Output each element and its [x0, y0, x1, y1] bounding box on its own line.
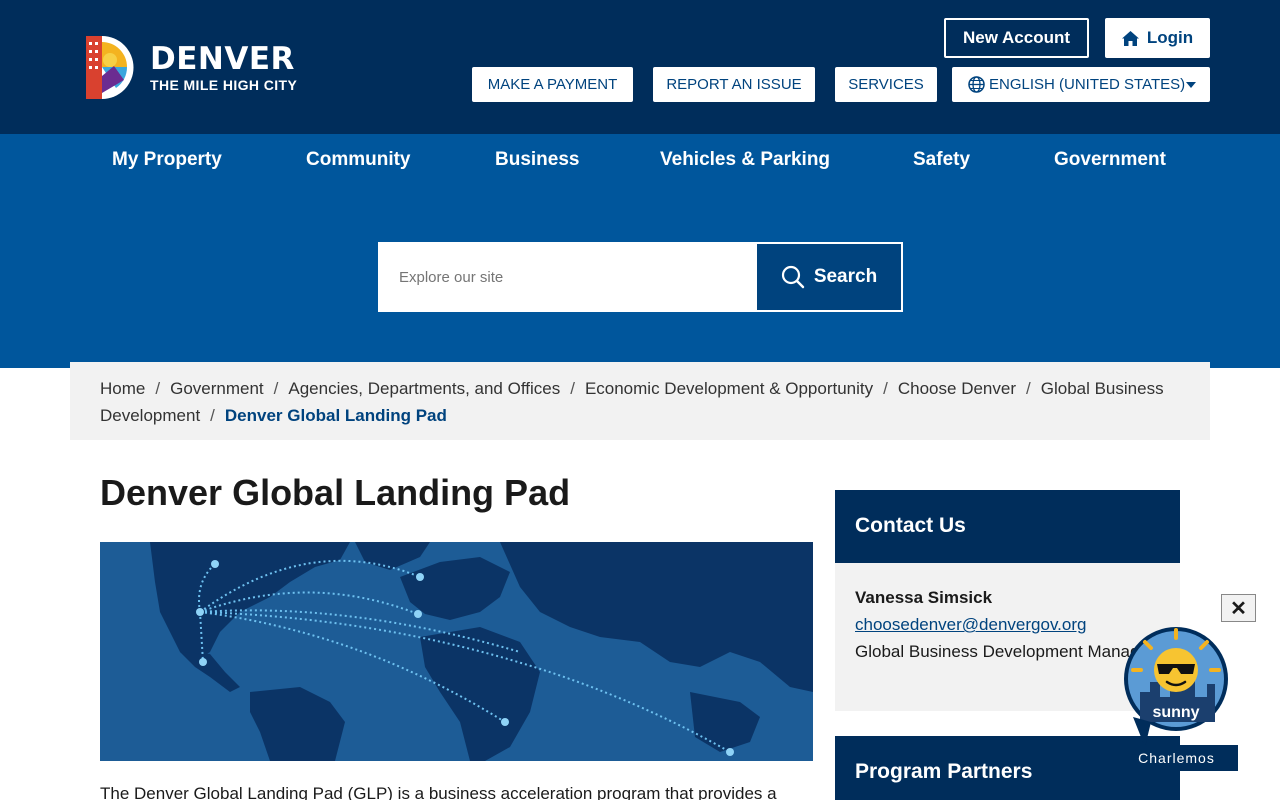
language-select[interactable]: ENGLISH (UNITED STATES)	[952, 67, 1210, 102]
nav-item-safety[interactable]: Safety	[913, 149, 970, 171]
make-payment-button[interactable]: MAKE A PAYMENT	[472, 67, 633, 102]
search-icon	[781, 265, 805, 289]
contact-email-link[interactable]: choosedenver@denvergov.org	[855, 615, 1086, 634]
breadcrumb-separator: /	[210, 406, 215, 425]
world-map-graphic	[100, 542, 813, 761]
logo-subtitle: THE MILE HIGH CITY	[150, 76, 298, 93]
home-icon	[1121, 30, 1139, 46]
site-search: Search	[378, 242, 903, 312]
search-input[interactable]	[378, 242, 755, 312]
breadcrumb-separator: /	[1026, 379, 1031, 398]
new-account-button[interactable]: New Account	[944, 18, 1089, 58]
nav-item-my-property[interactable]: My Property	[112, 149, 222, 171]
breadcrumb-separator: /	[883, 379, 888, 398]
page-title: Denver Global Landing Pad	[100, 472, 571, 513]
breadcrumb-separator: /	[273, 379, 279, 398]
caret-down-icon	[1186, 82, 1196, 88]
breadcrumb-separator: /	[155, 379, 161, 398]
nav-item-government[interactable]: Government	[1054, 149, 1166, 171]
services-label: SERVICES	[848, 76, 924, 93]
search-button-label: Search	[813, 266, 878, 287]
report-issue-label: REPORT AN ISSUE	[666, 76, 802, 93]
login-label: Login	[1146, 28, 1194, 47]
site-header: DENVER THE MILE HIGH CITY New Account Lo…	[0, 0, 1280, 134]
nav-item-community[interactable]: Community	[306, 149, 411, 171]
breadcrumb-economic-development[interactable]: Economic Development & Opportunity	[585, 379, 873, 398]
logo-title: DENVER	[150, 40, 295, 77]
language-label: ENGLISH (UNITED STATES)	[989, 76, 1186, 93]
new-account-label: New Account	[962, 28, 1071, 47]
breadcrumb-government[interactable]: Government	[170, 379, 264, 398]
breadcrumb-home[interactable]: Home	[100, 379, 145, 398]
intro-paragraph: The Denver Global Landing Pad (GLP) is a…	[100, 784, 777, 800]
hero-world-map-image	[100, 542, 813, 761]
contact-us-heading: Contact Us	[835, 490, 1180, 563]
login-button[interactable]: Login	[1105, 18, 1210, 58]
chat-label-button[interactable]: Charlemos	[1115, 745, 1238, 771]
search-button[interactable]: Search	[755, 242, 903, 312]
services-button[interactable]: SERVICES	[835, 67, 937, 102]
breadcrumb: Home / Government / Agencies, Departments, a…	[70, 362, 1210, 440]
chat-widget[interactable]: sunny	[1115, 622, 1235, 747]
denver-logo-icon	[86, 36, 134, 99]
chat-label-text: Charlemos	[1138, 750, 1215, 766]
close-icon: ✕	[1230, 597, 1247, 620]
nav-item-vehicles-parking[interactable]: Vehicles & Parking	[660, 149, 830, 171]
chat-close-button[interactable]: ✕	[1221, 594, 1256, 622]
make-payment-label: MAKE A PAYMENT	[487, 76, 618, 93]
breadcrumb-separator: /	[570, 379, 575, 398]
breadcrumb-choose-denver[interactable]: Choose Denver	[898, 379, 1016, 398]
sunny-mascot-icon: sunny	[1124, 627, 1228, 747]
report-issue-button[interactable]: REPORT AN ISSUE	[653, 67, 815, 102]
contact-name: Vanessa Simsick	[855, 588, 993, 607]
breadcrumb-agencies[interactable]: Agencies, Departments, and Offices	[288, 379, 560, 398]
denver-logo[interactable]: DENVER THE MILE HIGH CITY	[86, 36, 297, 99]
globe-icon	[968, 76, 985, 93]
chat-weather-label: sunny	[1152, 704, 1199, 721]
nav-item-business[interactable]: Business	[495, 149, 579, 171]
breadcrumb-current: Denver Global Landing Pad	[224, 406, 447, 425]
